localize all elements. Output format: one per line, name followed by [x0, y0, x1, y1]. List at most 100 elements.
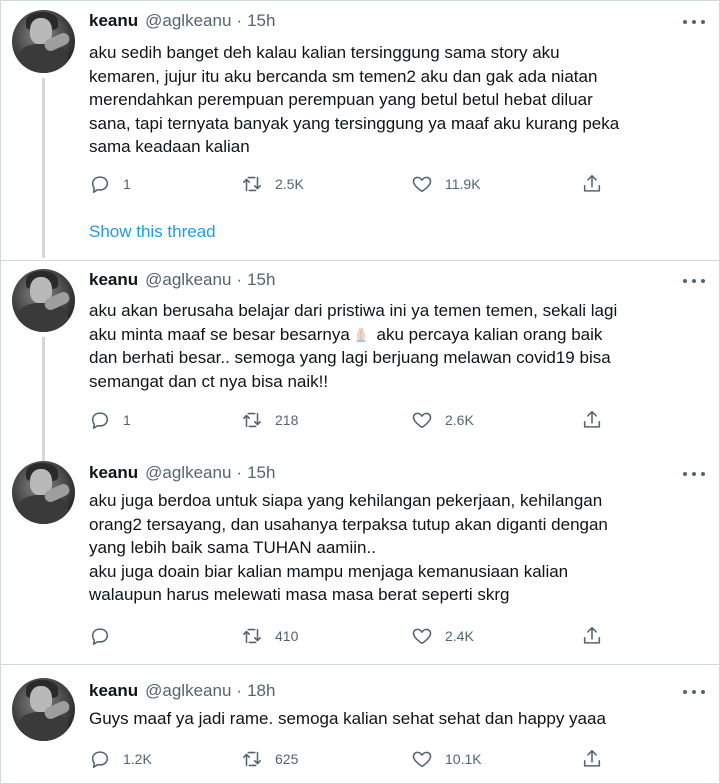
tweet-actions: 410 2.4K [89, 624, 609, 648]
tweet-4[interactable]: keanu @aglkeanu · 18h Guys maaf ya jadi … [0, 665, 720, 784]
tweet-text-line: aku sedih banget deh kalau kalian tersin… [89, 43, 560, 62]
tweet-text-line: yang lebih baik sama TUHAN aamiin.. [89, 538, 376, 557]
share-button[interactable] [581, 172, 603, 196]
like-button[interactable]: 2.4K [411, 624, 474, 648]
tweet-text: Guys maaf ya jadi rame. semoga kalian se… [89, 707, 709, 731]
heart-icon [412, 628, 432, 645]
reply-button[interactable]: 1 [89, 172, 131, 196]
thread-connector-line [42, 337, 45, 461]
reply-icon [91, 176, 109, 194]
user-handle[interactable]: @aglkeanu [145, 681, 231, 701]
tweet-text: aku juga berdoa untuk siapa yang kehilan… [89, 489, 709, 607]
tweet-header: keanu @aglkeanu · 15h [89, 270, 275, 290]
share-icon [583, 626, 601, 644]
retweet-button[interactable]: 218 [241, 408, 298, 432]
avatar[interactable] [12, 10, 75, 73]
avatar[interactable] [12, 269, 75, 332]
like-count: 10.1K [445, 751, 482, 767]
reply-icon [91, 628, 109, 646]
separator-dot: · [236, 463, 243, 482]
share-button[interactable] [581, 747, 603, 771]
separator-dot: · [236, 681, 243, 700]
more-icon[interactable] [683, 277, 705, 285]
reply-count: 1 [123, 412, 131, 428]
retweet-button[interactable]: 410 [241, 624, 298, 648]
reply-icon [91, 751, 109, 769]
avatar[interactable] [12, 678, 75, 741]
tweet-text-line: merendahkan perempuan perempuan yang bet… [89, 90, 593, 109]
reply-count: 1.2K [123, 751, 152, 767]
retweet-icon [242, 412, 262, 428]
reply-icon [91, 412, 109, 430]
avatar[interactable] [12, 461, 75, 524]
tweet-text-line: walaupun harus melewati masa masa berat … [89, 585, 510, 604]
tweet-text-line: aku juga doain biar kalian mampu menjaga… [89, 561, 569, 581]
share-icon [583, 410, 601, 428]
tweet-text-segment: aku minta maaf se besar besarnya [89, 324, 350, 344]
tweet-text-segment: aku percaya kalian orang baik [371, 324, 603, 344]
retweet-icon [242, 176, 262, 192]
tweet-1[interactable]: keanu @aglkeanu · 15h aku sedih banget d… [0, 0, 720, 265]
thread-connector-line [42, 78, 45, 258]
like-count: 2.4K [445, 628, 474, 644]
tweet-text-line: aku juga berdoa untuk siapa yang kehilan… [89, 491, 603, 510]
retweet-count: 625 [275, 751, 299, 767]
tweet-header: keanu @aglkeanu · 15h [89, 463, 275, 483]
share-button[interactable] [581, 624, 603, 648]
heart-icon [412, 176, 432, 193]
tweet-actions: 1.2K 625 10.1K [89, 747, 609, 771]
tweet-text-line: aku akan berusaha belajar dari pristiwa … [89, 301, 618, 320]
display-name[interactable]: keanu [89, 270, 138, 290]
tweet-text-line: Guys maaf ya jadi rame. semoga kalian se… [89, 709, 606, 728]
tweet-actions: 1 2.5K 11.9K [89, 172, 609, 196]
reply-count: 1 [123, 176, 131, 192]
tweet-text-line: kemaren, jujur itu aku bercanda sm temen… [89, 66, 598, 86]
user-handle[interactable]: @aglkeanu [145, 11, 231, 31]
tweet-header: keanu @aglkeanu · 15h [89, 11, 275, 31]
reply-button[interactable]: 1.2K [89, 747, 152, 771]
tweet-text-line: aku minta maaf se besar besarnya aku per… [89, 323, 709, 347]
retweet-icon [242, 628, 262, 644]
reply-button[interactable]: 1 [89, 408, 131, 432]
tweet-text-line: sama keadaan kalian [89, 137, 250, 156]
user-handle[interactable]: @aglkeanu [145, 270, 231, 290]
more-icon[interactable] [683, 18, 705, 26]
retweet-button[interactable]: 625 [241, 747, 298, 771]
tweet-actions: 1 218 2.6K [89, 408, 609, 432]
heart-icon [412, 751, 432, 768]
tweet-2[interactable]: keanu @aglkeanu · 15h aku akan berusaha … [0, 261, 720, 461]
timestamp[interactable]: 18h [247, 681, 275, 701]
more-icon[interactable] [683, 688, 705, 696]
folded-hands-emoji [356, 327, 366, 342]
show-thread-link[interactable]: Show this thread [89, 222, 216, 242]
like-button[interactable]: 2.6K [411, 408, 474, 432]
timestamp[interactable]: 15h [247, 270, 275, 290]
display-name[interactable]: keanu [89, 463, 138, 483]
reply-button[interactable] [89, 624, 123, 648]
retweet-count: 218 [275, 412, 299, 428]
tweet-text-line: orang2 tersayang, dan usahanya terpaksa … [89, 514, 608, 534]
timestamp[interactable]: 15h [247, 463, 275, 483]
heart-icon [412, 412, 432, 429]
retweet-icon [242, 751, 262, 767]
display-name[interactable]: keanu [89, 11, 138, 31]
like-count: 11.9K [445, 176, 481, 192]
like-button[interactable]: 10.1K [411, 747, 482, 771]
tweet-text-line: dan berhati besar.. semoga yang lagi ber… [89, 348, 611, 367]
retweet-count: 410 [275, 628, 299, 644]
user-handle[interactable]: @aglkeanu [145, 463, 231, 483]
tweet-header: keanu @aglkeanu · 18h [89, 681, 275, 701]
tweet-3[interactable]: keanu @aglkeanu · 15h aku juga berdoa un… [0, 456, 720, 664]
more-icon[interactable] [683, 470, 705, 478]
tweet-text-line: sana, tapi ternyata banyak yang tersingg… [89, 113, 620, 133]
share-button[interactable] [581, 408, 603, 432]
retweet-count: 2.5K [275, 176, 304, 192]
retweet-button[interactable]: 2.5K [241, 172, 304, 196]
timestamp[interactable]: 15h [247, 11, 275, 31]
like-button[interactable]: 11.9K [411, 172, 481, 196]
tweet-text: aku sedih banget deh kalau kalian tersin… [89, 41, 709, 159]
separator-dot: · [236, 270, 243, 289]
share-icon [583, 749, 601, 767]
share-icon [583, 174, 601, 192]
display-name[interactable]: keanu [89, 681, 138, 701]
